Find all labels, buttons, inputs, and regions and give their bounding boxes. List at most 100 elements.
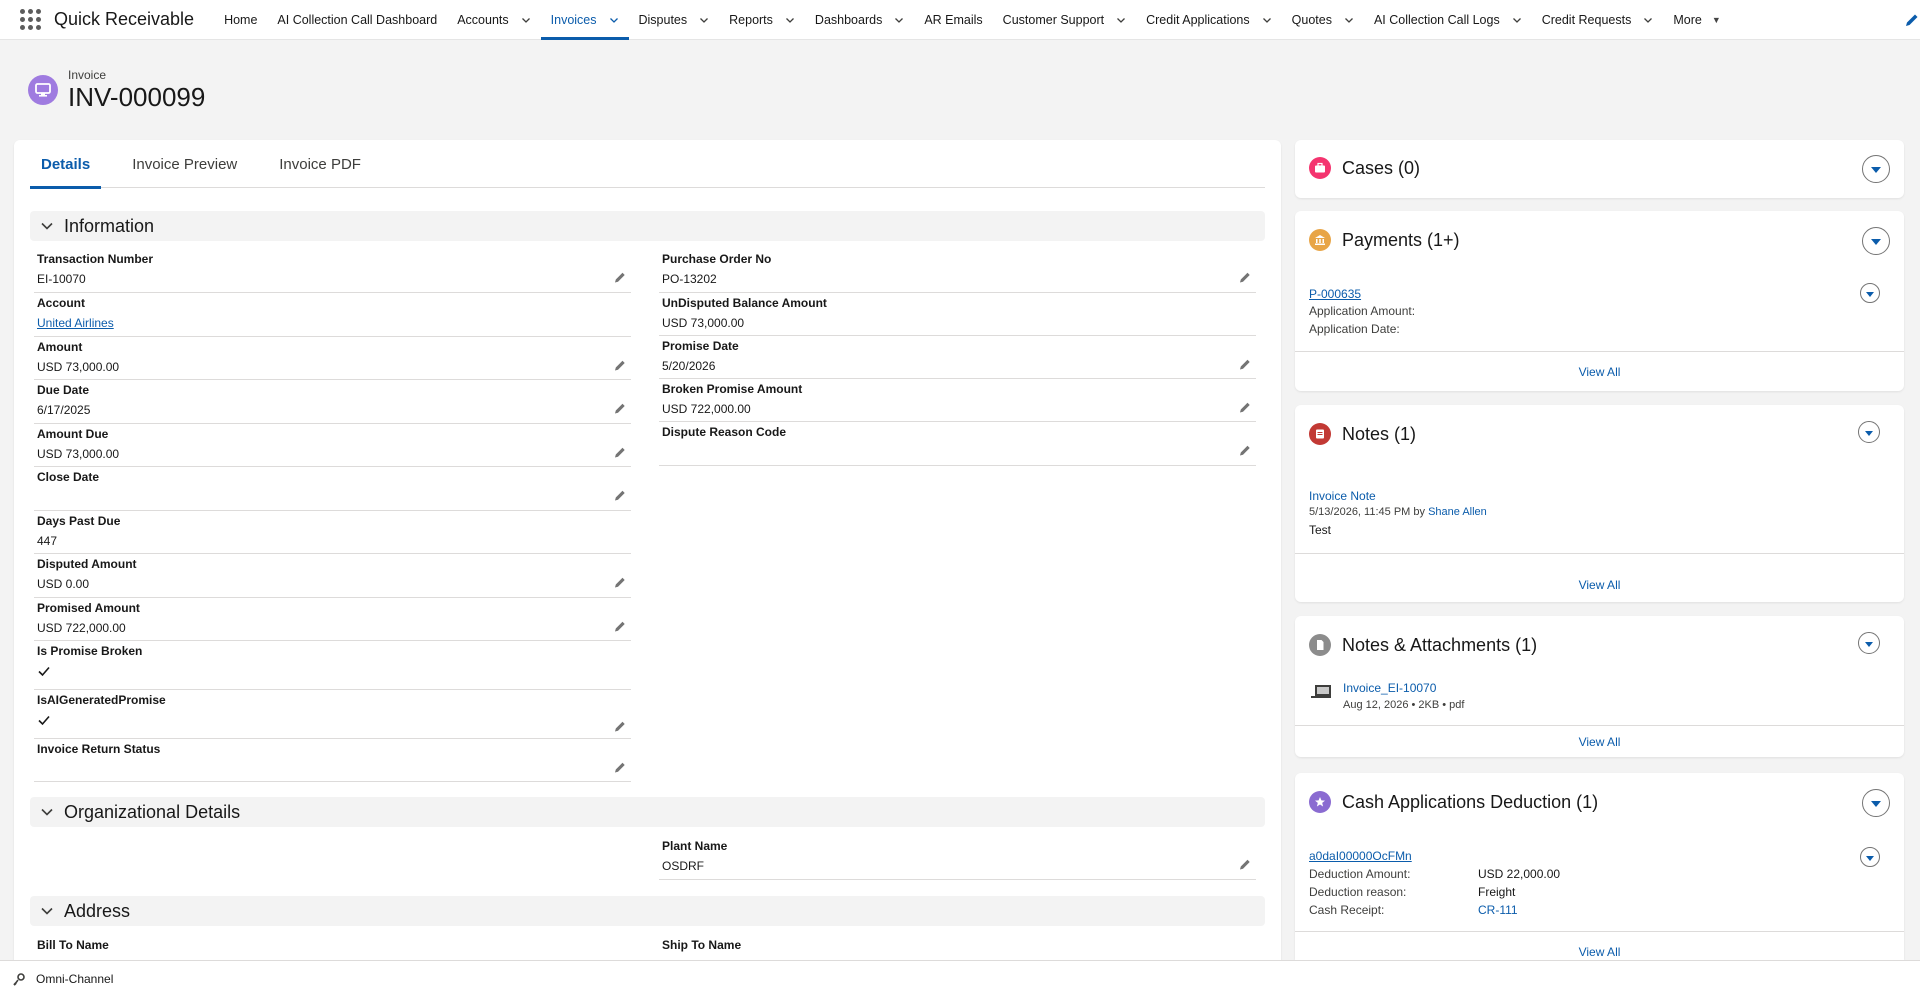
payments-menu-dropdown[interactable] xyxy=(1862,227,1890,255)
caret-down-icon xyxy=(1871,239,1881,245)
related-list-title: Cases (0) xyxy=(1342,157,1421,178)
divider xyxy=(1295,553,1904,554)
chevron-down-icon[interactable] xyxy=(894,15,904,25)
edit-pencil-icon[interactable] xyxy=(1238,400,1252,414)
field-broken-promise-amount: Broken Promise Amount USD 722,000.00 xyxy=(659,380,1256,422)
payment-row-dropdown[interactable] xyxy=(1860,283,1880,303)
edit-pencil-icon[interactable] xyxy=(613,575,627,589)
global-nav-bar: Quick Receivable Home AI Collection Call … xyxy=(0,0,1920,40)
section-organizational-header[interactable]: Organizational Details xyxy=(30,797,1265,827)
note-title-link[interactable]: Invoice Note xyxy=(1309,489,1376,503)
attachments-view-all-link[interactable]: View All xyxy=(1295,735,1904,749)
divider xyxy=(1295,351,1904,352)
file-icon xyxy=(1309,634,1331,656)
edit-pencil-icon[interactable] xyxy=(613,401,627,415)
field-disputed-amount: Disputed Amount USD 0.00 xyxy=(34,555,631,598)
nav-item-quotes[interactable]: Quotes xyxy=(1282,0,1364,40)
related-deductions-card: Cash Applications Deduction (1) a0daI000… xyxy=(1295,773,1904,960)
field-label: Promised Amount xyxy=(37,601,140,615)
nav-item-label: Quotes xyxy=(1291,12,1332,27)
omni-channel-button[interactable]: Omni-Channel xyxy=(12,972,113,986)
payments-view-all-link[interactable]: View All xyxy=(1295,365,1904,379)
deduction-row-dropdown[interactable] xyxy=(1860,847,1880,867)
chevron-down-icon[interactable] xyxy=(785,15,795,25)
field-label: Purchase Order No xyxy=(662,252,772,266)
chevron-down-icon[interactable] xyxy=(699,15,709,25)
edit-pencil-icon[interactable] xyxy=(1238,857,1252,871)
cash-receipt-link[interactable]: CR-111 xyxy=(1478,903,1518,917)
omni-channel-label: Omni-Channel xyxy=(36,971,114,986)
field-plant-name: Plant Name OSDRF xyxy=(659,837,1256,880)
checkmark-icon xyxy=(38,715,50,726)
field-purchase-order-no: Purchase Order No PO-13202 xyxy=(659,250,1256,293)
edit-pencil-icon[interactable] xyxy=(613,488,627,502)
related-list-title: Payments (1+) xyxy=(1342,229,1460,250)
attachments-menu-dropdown[interactable] xyxy=(1858,632,1880,654)
field-value: OSDRF xyxy=(662,859,704,873)
deductions-menu-dropdown[interactable] xyxy=(1862,789,1890,817)
nav-item-disputes[interactable]: Disputes xyxy=(629,0,720,40)
chevron-down-icon[interactable] xyxy=(1512,15,1522,25)
checkmark-icon xyxy=(38,666,50,677)
divider xyxy=(1295,931,1904,932)
field-transaction-number: Transaction Number EI-10070 xyxy=(34,250,631,293)
notes-view-all-link[interactable]: View All xyxy=(1295,578,1904,592)
edit-pencil-icon[interactable] xyxy=(1238,357,1252,371)
related-attachments-card: Notes & Attachments (1) Invoice_EI-10070… xyxy=(1295,616,1904,757)
edit-pencil-icon[interactable] xyxy=(1238,443,1252,457)
chevron-down-icon xyxy=(41,222,53,230)
chevron-down-icon[interactable] xyxy=(521,15,531,25)
nav-item-credit-applications[interactable]: Credit Applications xyxy=(1136,0,1282,40)
note-author-link[interactable]: Shane Allen xyxy=(1428,506,1487,518)
edit-pencil-icon[interactable] xyxy=(613,760,627,774)
nav-item-accounts[interactable]: Accounts xyxy=(447,0,540,40)
edit-pencil-icon[interactable] xyxy=(1238,270,1252,284)
nav-item-ai-collection-call-logs[interactable]: AI Collection Call Logs xyxy=(1364,0,1532,40)
nav-item-credit-requests[interactable]: Credit Requests xyxy=(1532,0,1664,40)
nav-item-ai-collection-call-dashboard[interactable]: AI Collection Call Dashboard xyxy=(267,0,447,40)
nav-item-reports[interactable]: Reports xyxy=(719,0,805,40)
deduction-field-value: Freight xyxy=(1478,885,1516,899)
nav-item-dashboards[interactable]: Dashboards xyxy=(805,0,914,40)
edit-nav-pencil-icon[interactable] xyxy=(1904,12,1920,28)
nav-item-label: AR Emails xyxy=(924,12,983,27)
section-address-header[interactable]: Address xyxy=(30,896,1265,926)
caret-down-icon xyxy=(1866,855,1874,861)
field-amount: Amount USD 73,000.00 xyxy=(34,338,631,380)
chevron-down-icon[interactable] xyxy=(609,15,619,25)
nav-item-label: Reports xyxy=(729,12,773,27)
nav-item-label: Dashboards xyxy=(814,12,883,27)
app-launcher-icon[interactable] xyxy=(18,8,42,32)
edit-pencil-icon[interactable] xyxy=(613,358,627,372)
field-label: Close Date xyxy=(37,470,100,484)
chevron-down-icon[interactable] xyxy=(1262,15,1272,25)
payment-record-link[interactable]: P-000635 xyxy=(1309,287,1361,301)
deductions-view-all-link[interactable]: View All xyxy=(1295,945,1904,959)
attachment-file-link[interactable]: Invoice_EI-10070 xyxy=(1343,681,1436,695)
attachment-file-meta: Aug 12, 2026 • 2KB • pdf xyxy=(1343,699,1465,711)
tab-invoice-pdf[interactable]: Invoice PDF xyxy=(268,140,372,188)
chevron-down-icon[interactable] xyxy=(1344,15,1354,25)
cases-menu-dropdown[interactable] xyxy=(1862,155,1890,183)
notes-menu-dropdown[interactable] xyxy=(1858,421,1880,443)
omni-channel-icon xyxy=(13,972,25,986)
nav-item-home[interactable]: Home xyxy=(214,0,267,40)
nav-more-menu[interactable]: More ▼ xyxy=(1663,0,1730,40)
nav-item-ar-emails[interactable]: AR Emails xyxy=(914,0,992,40)
nav-item-invoices[interactable]: Invoices xyxy=(540,0,629,40)
edit-pencil-icon[interactable] xyxy=(613,270,627,284)
chevron-down-icon[interactable] xyxy=(1116,15,1126,25)
nav-item-customer-support[interactable]: Customer Support xyxy=(993,0,1136,40)
field-label: IsAIGeneratedPromise xyxy=(37,693,166,707)
nav-item-label: Credit Requests xyxy=(1541,12,1632,27)
section-information-header[interactable]: Information xyxy=(30,211,1265,241)
tab-details[interactable]: Details xyxy=(30,140,102,189)
chevron-down-icon[interactable] xyxy=(1643,15,1653,25)
field-amount-due: Amount Due USD 73,000.00 xyxy=(34,425,631,467)
edit-pencil-icon[interactable] xyxy=(613,445,627,459)
deduction-record-link[interactable]: a0daI00000OcFMn xyxy=(1309,849,1412,863)
edit-pencil-icon[interactable] xyxy=(613,619,627,633)
tab-invoice-preview[interactable]: Invoice Preview xyxy=(121,140,248,188)
field-value-link[interactable]: United Airlines xyxy=(37,316,114,330)
edit-pencil-icon[interactable] xyxy=(613,719,627,733)
